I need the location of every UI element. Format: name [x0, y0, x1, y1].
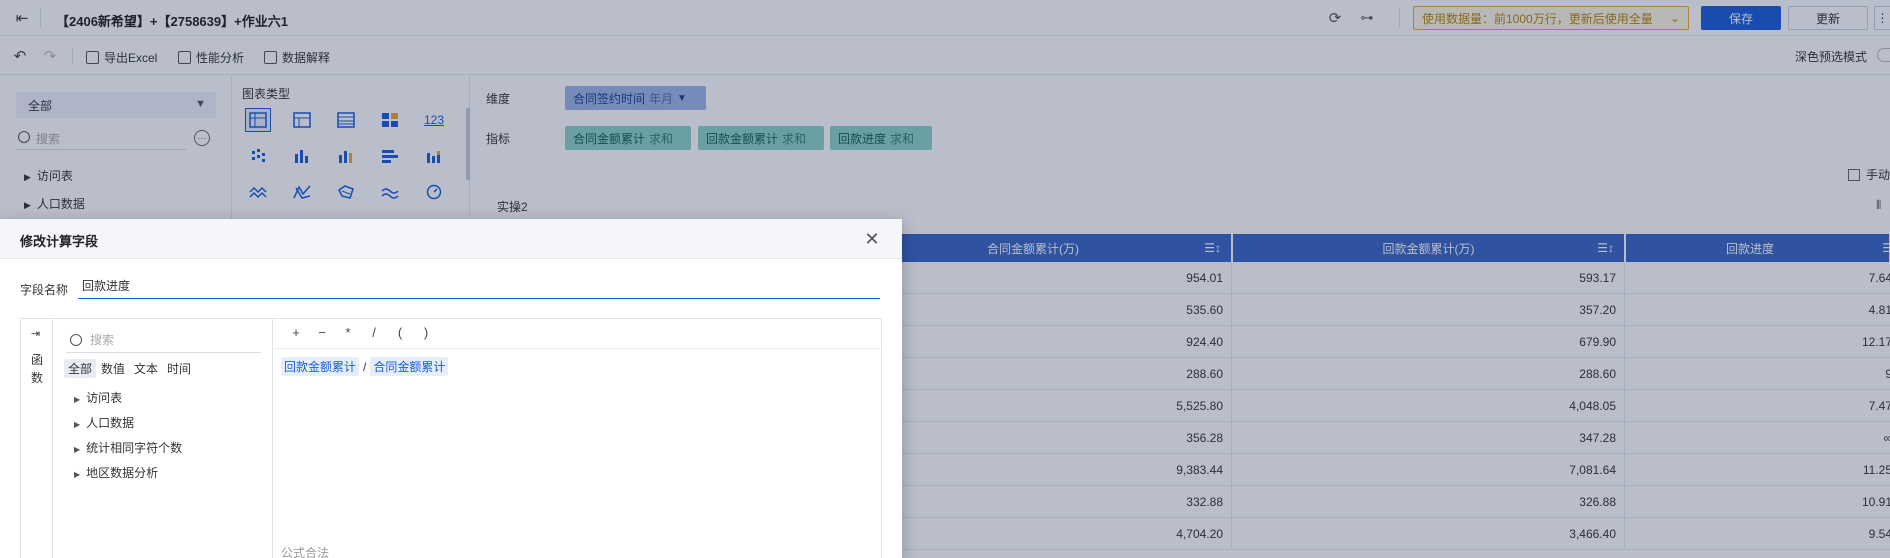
edit-calculated-field-dialog: 修改计算字段 ✕ 字段名称 回款进度 ⇥ 函数 搜索 全部 数值 文本 时间 ▶… — [0, 219, 902, 558]
field-tree-label: 人口数据 — [86, 416, 135, 430]
caret-right-icon: ▶ — [74, 420, 81, 429]
formula-input[interactable]: 回款金额累计 / 合同金额累计 — [281, 357, 449, 376]
dialog-header — [0, 219, 902, 259]
field-name-label: 字段名称 — [20, 283, 69, 297]
filter-time[interactable]: 时间 — [163, 359, 195, 378]
caret-right-icon: ▶ — [74, 470, 81, 479]
field-search-input[interactable]: 搜索 — [66, 327, 261, 353]
field-tree-item[interactable]: ▶ 地区数据分析 — [74, 464, 158, 481]
formula-field-token[interactable]: 合同金额累计 — [370, 357, 449, 376]
close-icon[interactable]: ✕ — [860, 227, 884, 251]
operator-minus-button[interactable]: − — [314, 325, 330, 340]
formula-operator: / — [363, 359, 367, 374]
field-tree-label: 统计相同字符个数 — [86, 441, 183, 455]
function-toggle[interactable]: ⇥ 函数 — [21, 319, 53, 558]
field-tree-label: 地区数据分析 — [86, 466, 159, 480]
operator-open-paren-button[interactable]: ( — [392, 325, 408, 340]
field-tree-item[interactable]: ▶ 人口数据 — [74, 414, 134, 431]
formula-field-token[interactable]: 回款金额累计 — [281, 357, 360, 376]
operator-divide-button[interactable]: / — [366, 325, 382, 340]
expand-icon: ⇥ — [31, 328, 41, 340]
field-list-panel: 搜索 全部 数值 文本 时间 ▶ 访问表 ▶ 人口数据 ▶ 统计相同字符个数 ▶ 地区数… — [54, 319, 273, 558]
formula-editor: ⇥ 函数 搜索 全部 数值 文本 时间 ▶ 访问表 ▶ 人口数据 ▶ 统计相同字符个数… — [20, 318, 883, 558]
operator-multiply-button[interactable]: * — [340, 325, 356, 340]
field-tree-item[interactable]: ▶ 统计相同字符个数 — [74, 439, 182, 456]
filter-all[interactable]: 全部 — [64, 359, 97, 378]
operator-close-paren-button[interactable]: ) — [418, 325, 434, 340]
filter-text[interactable]: 文本 — [130, 359, 162, 378]
field-tree-label: 访问表 — [86, 391, 123, 405]
function-toggle-label: 函数 — [30, 353, 43, 385]
search-icon — [70, 334, 82, 346]
field-tree-item[interactable]: ▶ 访问表 — [74, 389, 122, 406]
dialog-title: 修改计算字段 — [20, 234, 99, 249]
operator-plus-button[interactable]: + — [288, 325, 304, 340]
field-name-input[interactable]: 回款进度 — [78, 273, 880, 299]
filter-number[interactable]: 数值 — [97, 359, 129, 378]
formula-validation-status: 公式合法 — [281, 546, 330, 558]
operator-bar: + − * / ( ) — [274, 319, 883, 349]
caret-right-icon: ▶ — [74, 445, 81, 454]
search-placeholder: 搜索 — [90, 333, 115, 347]
caret-right-icon: ▶ — [74, 395, 81, 404]
